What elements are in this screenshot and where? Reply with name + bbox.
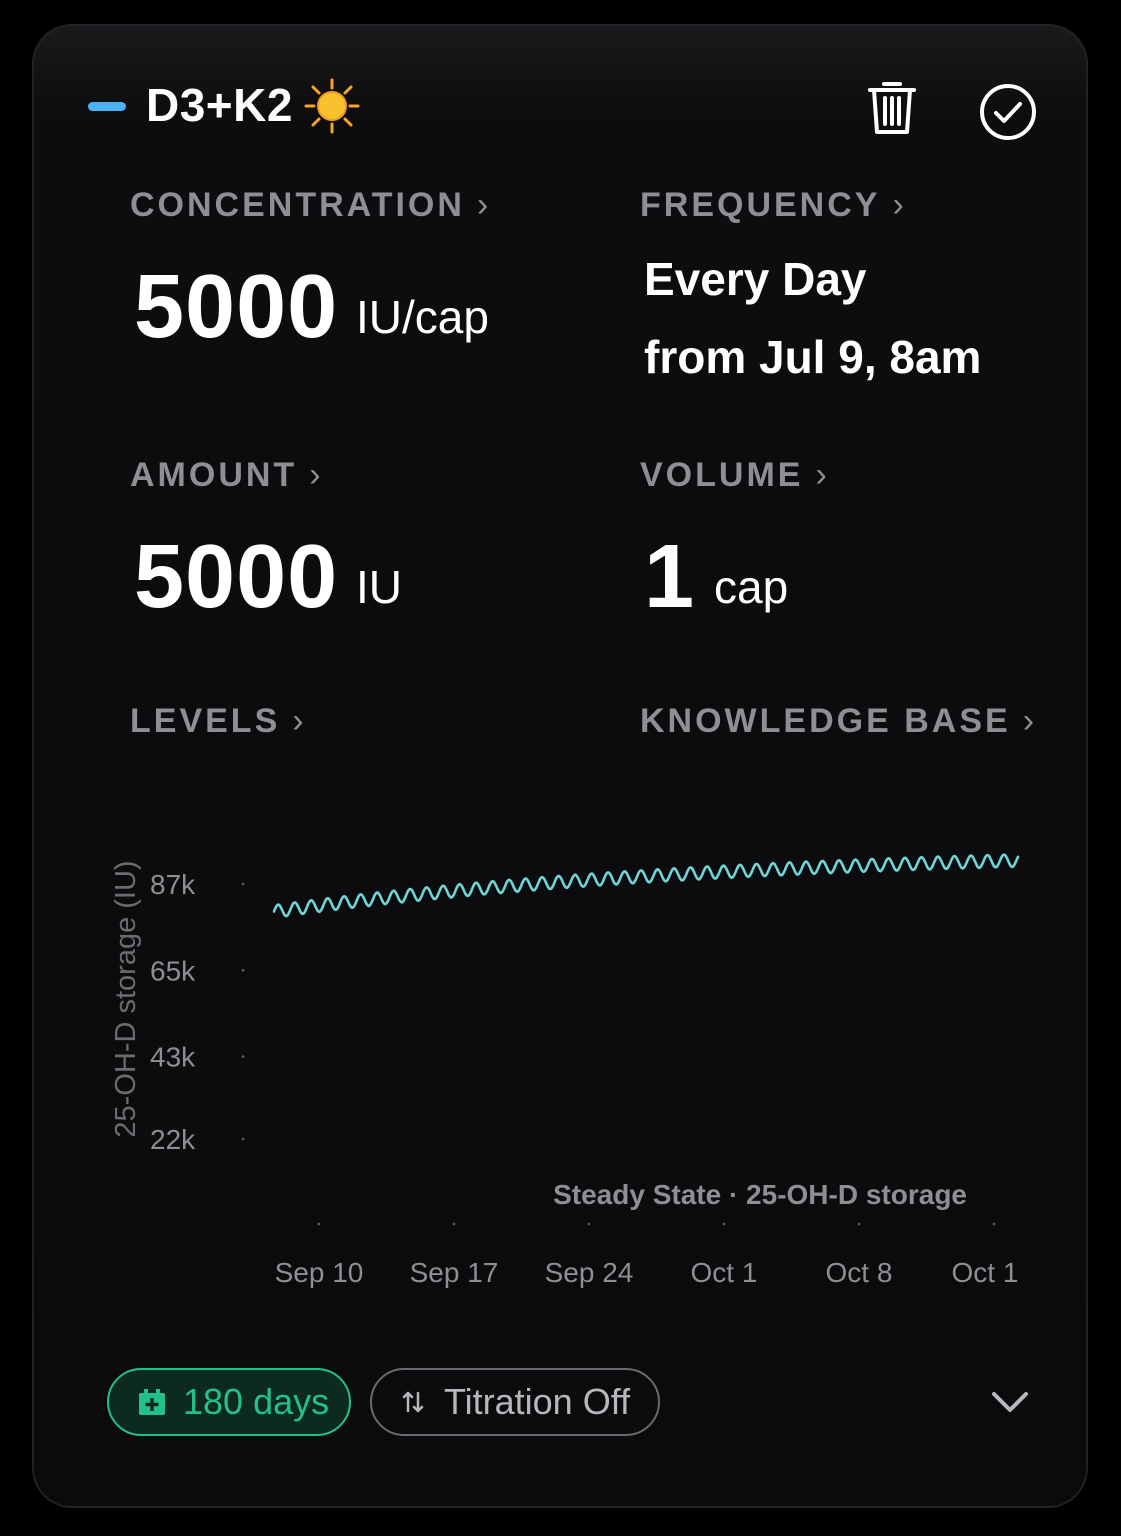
x-tick-mark <box>857 1222 861 1226</box>
sort-arrows-icon <box>402 1391 424 1413</box>
y-tick-label: 43k <box>150 1042 196 1073</box>
chevron-down-icon[interactable] <box>990 1390 1030 1416</box>
x-tick-mark <box>452 1222 456 1226</box>
x-tick-label: Sep 24 <box>545 1257 634 1288</box>
steady-state-annotation: Steady State · 25-OH-D storage <box>553 1179 967 1210</box>
x-tick-label: Sep 17 <box>410 1257 499 1288</box>
y-tick-label: 65k <box>150 955 196 986</box>
x-tick-label: Sep 10 <box>275 1257 364 1288</box>
y-tick-mark <box>241 1137 245 1141</box>
titration-text: Titration Off <box>444 1381 631 1422</box>
duration-text: 180 days <box>183 1381 330 1422</box>
y-tick-label: 87k <box>150 869 196 900</box>
storage-series-line <box>272 853 1020 918</box>
x-tick-label: Oct 8 <box>826 1257 893 1288</box>
levels-chart: 25-OH-D storage (IU) 87k 65k 43k 22k Sep 10 Se… <box>110 853 1020 1288</box>
x-tick-mark <box>317 1222 321 1226</box>
x-tick-label: Oct 1 <box>952 1257 1019 1288</box>
y-axis-label: 25-OH-D storage (IU) <box>110 860 142 1137</box>
x-tick-mark <box>587 1222 591 1226</box>
x-tick-mark <box>722 1222 726 1226</box>
titration-pill[interactable]: Titration Off <box>370 1368 660 1436</box>
y-tick-label: 22k <box>150 1124 196 1155</box>
calendar-plus-icon <box>139 1389 165 1415</box>
x-tick-label: Oct 1 <box>691 1257 758 1288</box>
y-tick-mark <box>241 1055 245 1059</box>
x-tick-mark <box>992 1222 996 1226</box>
duration-pill[interactable]: 180 days <box>107 1368 351 1436</box>
supplement-card: D3+K2 CONCENTRATION › 5000 IU/cap FREQUE… <box>32 24 1088 1508</box>
y-tick-mark <box>241 968 245 972</box>
y-tick-mark <box>241 882 245 886</box>
